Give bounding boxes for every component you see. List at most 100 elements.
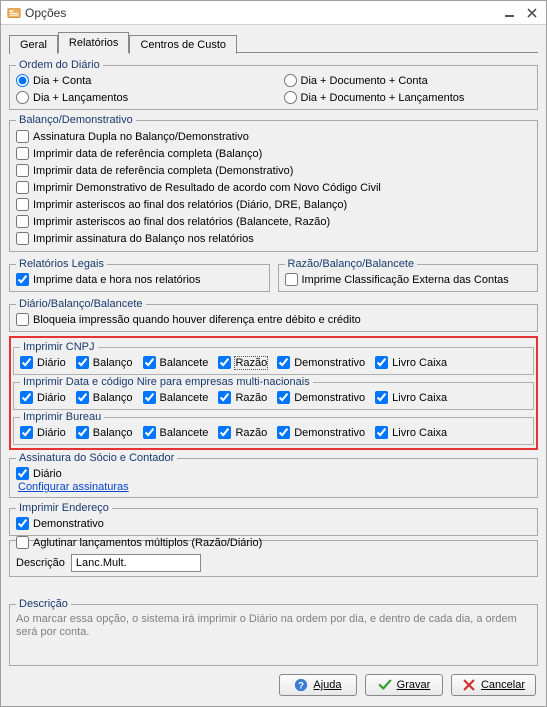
link-configurar-assinaturas[interactable]: Configurar assinaturas: [18, 481, 129, 493]
cnpj-demonstrativo-label: Demonstrativo: [294, 357, 365, 369]
tabstrip: Geral Relatórios Centros de Custo: [9, 31, 538, 53]
label-data-hora-rel: Imprime data e hora nos relatórios: [33, 274, 201, 286]
bureau-balancete[interactable]: [143, 426, 156, 439]
nire-livrocaixa-label: Livro Caixa: [392, 392, 447, 404]
check-data-hora-rel[interactable]: [16, 273, 29, 286]
save-button[interactable]: Gravar: [365, 674, 443, 696]
nire-balanco[interactable]: [76, 391, 89, 404]
cnpj-balanco-label: Balanço: [93, 357, 133, 369]
check-aglutinar[interactable]: [16, 536, 29, 549]
radio-dia-doc-lanc[interactable]: [284, 91, 297, 104]
nire-razao[interactable]: [218, 391, 231, 404]
titlebar: Opções: [1, 1, 546, 25]
check-icon: [378, 678, 392, 692]
cancel-label: Cancelar: [481, 679, 525, 691]
label-assinatura-dupla: Assinatura Dupla no Balanço/Demonstrativ…: [33, 131, 249, 143]
label-asteriscos-diario: Imprimir asteriscos ao final dos relatór…: [33, 199, 347, 211]
cnpj-razao[interactable]: [218, 356, 231, 369]
label-bloqueia-impressao: Bloqueia impressão quando houver diferen…: [33, 314, 361, 326]
label-data-ref-balanco: Imprimir data de referência completa (Ba…: [33, 148, 262, 160]
save-label: Gravar: [397, 679, 431, 691]
nire-livrocaixa[interactable]: [375, 391, 388, 404]
endereco-demonstrativo[interactable]: [16, 517, 29, 530]
legend-ordem: Ordem do Diário: [16, 59, 103, 71]
nire-balancete[interactable]: [143, 391, 156, 404]
label-demo-novo-codigo: Imprimir Demonstrativo de Resultado de a…: [33, 182, 381, 194]
bureau-livrocaixa-label: Livro Caixa: [392, 427, 447, 439]
cnpj-livrocaixa-label: Livro Caixa: [392, 357, 447, 369]
cnpj-balancete-label: Balancete: [160, 357, 209, 369]
cnpj-demonstrativo[interactable]: [277, 356, 290, 369]
radio-dia-lanc[interactable]: [16, 91, 29, 104]
nire-diario[interactable]: [20, 391, 33, 404]
check-asteriscos-balancete[interactable]: [16, 215, 29, 228]
cancel-button[interactable]: Cancelar: [451, 674, 536, 696]
cnpj-balancete[interactable]: [143, 356, 156, 369]
bureau-balancete-label: Balancete: [160, 427, 209, 439]
group-balanco-demonstrativo: Balanço/Demonstrativo Assinatura Dupla n…: [9, 114, 538, 252]
help-icon: ?: [294, 678, 308, 692]
panel-relatorios: Ordem do Diário Dia + Conta Dia + Docume…: [9, 53, 538, 598]
radio-dia-doc-conta[interactable]: [284, 74, 297, 87]
input-descricao[interactable]: [71, 554, 201, 572]
svg-text:?: ?: [298, 681, 304, 692]
nire-demonstrativo-label: Demonstrativo: [294, 392, 365, 404]
group-rel-legais: Relatórios Legais Imprime data e hora no…: [9, 258, 270, 292]
bureau-balanco[interactable]: [76, 426, 89, 439]
cnpj-diario-label: Diário: [37, 357, 66, 369]
tab-geral[interactable]: Geral: [9, 35, 58, 54]
group-ordem-diario: Ordem do Diário Dia + Conta Dia + Docume…: [9, 59, 538, 110]
label-dia-doc-conta: Dia + Documento + Conta: [301, 75, 428, 87]
bureau-demonstrativo-label: Demonstrativo: [294, 427, 365, 439]
content-area: Geral Relatórios Centros de Custo Ordem …: [1, 25, 546, 706]
highlighted-region: Imprimir CNPJ Diário Balanço Balancete R…: [9, 336, 538, 450]
nire-balancete-label: Balancete: [160, 392, 209, 404]
legend-dbb: Diário/Balanço/Balancete: [16, 298, 146, 310]
legend-razao: Razão/Balanço/Balancete: [285, 258, 418, 270]
check-bloqueia-impressao[interactable]: [16, 313, 29, 326]
label-classif-externa: Imprime Classificação Externa das Contas: [302, 274, 509, 286]
bureau-demonstrativo[interactable]: [277, 426, 290, 439]
radio-dia-conta[interactable]: [16, 74, 29, 87]
description-box: Descrição Ao marcar essa opção, o sistem…: [9, 604, 538, 666]
check-classif-externa[interactable]: [285, 273, 298, 286]
cancel-icon: [462, 678, 476, 692]
label-dia-conta: Dia + Conta: [33, 75, 91, 87]
assinatura-diario[interactable]: [16, 467, 29, 480]
bottom-section: Descrição Ao marcar essa opção, o sistem…: [9, 600, 538, 698]
minimize-button[interactable]: [502, 6, 518, 20]
legend-cnpj: Imprimir CNPJ: [20, 341, 98, 353]
group-bureau: Imprimir Bureau Diário Balanço Balancete…: [13, 411, 534, 445]
cnpj-balanco[interactable]: [76, 356, 89, 369]
group-aglutinar: Aglutinar lançamentos múltiplos (Razão/D…: [9, 540, 538, 577]
bureau-razao[interactable]: [218, 426, 231, 439]
nire-razao-label: Razão: [235, 392, 267, 404]
check-data-ref-demo[interactable]: [16, 164, 29, 177]
legend-descricao: Descrição: [16, 598, 71, 610]
legend-assinatura: Assinatura do Sócio e Contador: [16, 452, 177, 464]
check-data-ref-balanco[interactable]: [16, 147, 29, 160]
bureau-diario[interactable]: [20, 426, 33, 439]
nire-diario-label: Diário: [37, 392, 66, 404]
tab-relatorios[interactable]: Relatórios: [58, 32, 130, 53]
label-asteriscos-balancete: Imprimir asteriscos ao final dos relatór…: [33, 216, 330, 228]
tab-centros-custo[interactable]: Centros de Custo: [129, 35, 237, 54]
close-button[interactable]: [524, 6, 540, 20]
nire-demonstrativo[interactable]: [277, 391, 290, 404]
bureau-livrocaixa[interactable]: [375, 426, 388, 439]
label-data-ref-demo: Imprimir data de referência completa (De…: [33, 165, 293, 177]
group-razao-balanco-balancete: Razão/Balanço/Balancete Imprime Classifi…: [278, 258, 539, 292]
check-assinatura-balanco[interactable]: [16, 232, 29, 245]
cnpj-diario[interactable]: [20, 356, 33, 369]
help-button[interactable]: ? Ajuda: [279, 674, 357, 696]
check-asteriscos-diario[interactable]: [16, 198, 29, 211]
cnpj-razao-label: Razão: [235, 357, 267, 369]
cnpj-livrocaixa[interactable]: [375, 356, 388, 369]
endereco-demonstrativo-label: Demonstrativo: [33, 518, 104, 530]
check-assinatura-dupla[interactable]: [16, 130, 29, 143]
legend-nire: Imprimir Data e código Nire para empresa…: [20, 376, 313, 388]
check-demo-novo-codigo[interactable]: [16, 181, 29, 194]
group-assinatura-socio: Assinatura do Sócio e Contador Diário Co…: [9, 452, 538, 498]
options-window: Opções Geral Relatórios Centros de Custo…: [0, 0, 547, 707]
label-assinatura-balanco: Imprimir assinatura do Balanço nos relat…: [33, 233, 254, 245]
